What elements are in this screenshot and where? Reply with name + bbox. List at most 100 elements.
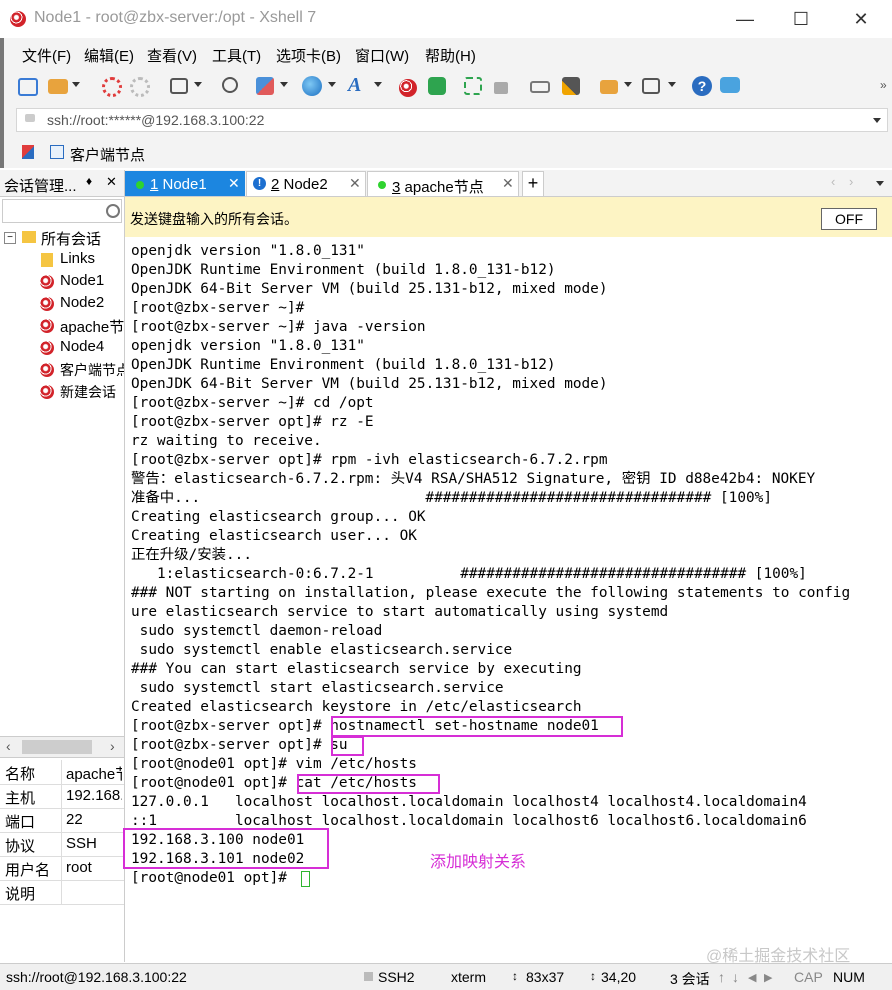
tab-scroll-left-icon[interactable]: ‹ <box>831 174 835 189</box>
property-value: SSH <box>66 835 97 852</box>
search-icon[interactable] <box>222 77 238 93</box>
menu-help[interactable]: 帮助(H) <box>425 45 476 66</box>
quick-link-client-node[interactable]: 客户端节点 <box>70 144 145 165</box>
address-field[interactable]: ssh://root:******@192.168.3.100:22 <box>16 108 888 132</box>
globe-icon[interactable] <box>302 76 322 96</box>
scroll-right-icon[interactable]: › <box>110 738 115 754</box>
open-folder-icon[interactable] <box>48 79 68 94</box>
session-up-icon[interactable]: ↑ <box>718 969 725 985</box>
chevron-down-icon[interactable] <box>624 82 632 87</box>
terminal-line: OpenJDK 64-Bit Server VM (build 25.131-b… <box>131 376 608 392</box>
layout-icon[interactable] <box>642 78 660 94</box>
terminal-line: openjdk version "1.8.0_131" <box>131 338 365 354</box>
highlight-box <box>331 716 623 737</box>
tree-item-links[interactable]: Links <box>60 250 95 267</box>
scroll-thumb[interactable] <box>22 740 92 754</box>
collapse-icon[interactable]: − <box>4 232 16 244</box>
property-value: 22 <box>66 811 83 828</box>
chevron-down-icon[interactable] <box>374 82 382 87</box>
help-icon[interactable]: ? <box>692 76 712 96</box>
terminal-line: 警告：elasticsearch-6.7.2.rpm: 头V4 RSA/SHA5… <box>131 471 816 487</box>
menu-edit[interactable]: 编辑(E) <box>84 45 134 66</box>
xshell-icon[interactable] <box>399 79 417 97</box>
status-cursor: 34,20 <box>601 969 637 985</box>
lock-icon[interactable] <box>494 82 508 94</box>
scroll-left-icon[interactable]: ‹ <box>6 738 11 754</box>
pin-icon[interactable]: ♦ <box>86 174 92 188</box>
chevron-down-icon[interactable] <box>328 82 336 87</box>
tree-item-apache[interactable]: apache节点 <box>60 316 124 337</box>
close-tab-icon[interactable]: ✕ <box>349 175 361 192</box>
terminal-line: [root@node01 opt]# cat /etc/hosts <box>131 775 417 791</box>
terminal-line: 127.0.0.1 localhost localhost.localdomai… <box>131 794 807 810</box>
tab-apache[interactable]: 3 apache节点 ✕ <box>367 171 519 196</box>
tab-scroll-right-icon[interactable]: › <box>849 174 853 189</box>
fullscreen-icon[interactable] <box>464 77 482 95</box>
properties-icon[interactable] <box>170 78 188 94</box>
tab-node2[interactable]: ! 2 Node2 ✕ <box>246 171 366 196</box>
folder-icon <box>41 253 53 267</box>
terminal-line: Creating elasticsearch group... OK <box>131 509 426 525</box>
tab-node1[interactable]: 1 Node1 ✕ <box>125 171 245 196</box>
tree-item-all-sessions[interactable]: 所有会话 <box>41 228 101 249</box>
new-tab-button[interactable]: + <box>522 171 544 196</box>
chat-icon[interactable] <box>720 77 740 93</box>
toolbar-overflow-icon[interactable]: » <box>880 78 887 92</box>
chevron-down-icon[interactable] <box>873 118 881 123</box>
menu-window[interactable]: 窗口(W) <box>355 45 409 66</box>
terminal-line: [root@node01 opt]# vim /etc/hosts <box>131 756 417 772</box>
status-warning-icon: ! <box>253 177 266 190</box>
tree-item-node2[interactable]: Node2 <box>60 294 104 311</box>
chevron-down-icon[interactable] <box>72 82 80 87</box>
tab-label: apache节点 <box>400 179 484 196</box>
terminal-line: [root@zbx-server opt]# su <box>131 737 348 753</box>
tree-item-client-node[interactable]: 客户端节点 <box>60 360 124 380</box>
status-connected-icon <box>378 181 386 189</box>
xftp-icon[interactable] <box>428 77 446 95</box>
status-caps: CAP <box>794 969 823 985</box>
session-next-icon[interactable]: ▶ <box>764 971 772 984</box>
tree-item-node1[interactable]: Node1 <box>60 272 104 289</box>
tab-list-dropdown-icon[interactable] <box>876 181 884 186</box>
close-tab-icon[interactable]: ✕ <box>502 175 514 192</box>
menu-view[interactable]: 查看(V) <box>147 45 197 66</box>
connect-icon[interactable] <box>102 77 122 97</box>
terminal-line: sudo systemctl daemon-reload <box>131 623 383 639</box>
chevron-down-icon[interactable] <box>194 82 202 87</box>
add-folder-icon[interactable] <box>600 80 618 94</box>
address-value[interactable]: ssh://root:******@192.168.3.100:22 <box>47 112 264 128</box>
lock-icon <box>25 114 35 122</box>
session-prev-icon[interactable]: ◀ <box>748 971 756 984</box>
session-search-input[interactable] <box>2 199 122 223</box>
status-connection: ssh://root@192.168.3.100:22 <box>6 969 187 985</box>
keyboard-icon[interactable] <box>530 81 550 93</box>
session-icon <box>40 275 54 289</box>
close-panel-icon[interactable]: ✕ <box>106 174 117 190</box>
horizontal-scrollbar[interactable]: ‹ › <box>0 736 124 758</box>
minimize-button[interactable]: — <box>722 0 768 38</box>
flag-icon[interactable] <box>22 145 34 159</box>
compose-icon[interactable] <box>562 77 580 95</box>
terminal-line: OpenJDK 64-Bit Server VM (build 25.131-b… <box>131 281 608 297</box>
maximize-button[interactable]: ☐ <box>778 0 824 38</box>
property-key: 用户名 <box>5 862 51 879</box>
property-row: 说明 <box>0 880 124 905</box>
tab-bar: 1 Node1 ✕ ! 2 Node2 ✕ 3 apache节点 ✕ + ‹ › <box>125 170 892 197</box>
font-icon[interactable]: A <box>348 74 370 96</box>
session-down-icon[interactable]: ↓ <box>732 969 739 985</box>
tree-item-node4[interactable]: Node4 <box>60 338 104 355</box>
search-icon[interactable] <box>106 204 120 218</box>
menu-file[interactable]: 文件(F) <box>22 45 71 66</box>
close-button[interactable]: ✕ <box>838 0 884 38</box>
terminal-line: OpenJDK Runtime Environment (build 1.8.0… <box>131 262 556 278</box>
new-session-icon[interactable] <box>18 78 38 96</box>
close-tab-icon[interactable]: ✕ <box>228 175 240 192</box>
broadcast-toggle-button[interactable]: OFF <box>821 208 877 230</box>
menu-tools[interactable]: 工具(T) <box>212 45 261 66</box>
chevron-down-icon[interactable] <box>280 82 288 87</box>
transfer-icon[interactable] <box>256 77 274 95</box>
menu-tabs[interactable]: 选项卡(B) <box>276 45 341 66</box>
tree-item-new-session[interactable]: 新建会话 <box>60 382 124 402</box>
disconnect-icon[interactable] <box>130 77 150 97</box>
chevron-down-icon[interactable] <box>668 82 676 87</box>
